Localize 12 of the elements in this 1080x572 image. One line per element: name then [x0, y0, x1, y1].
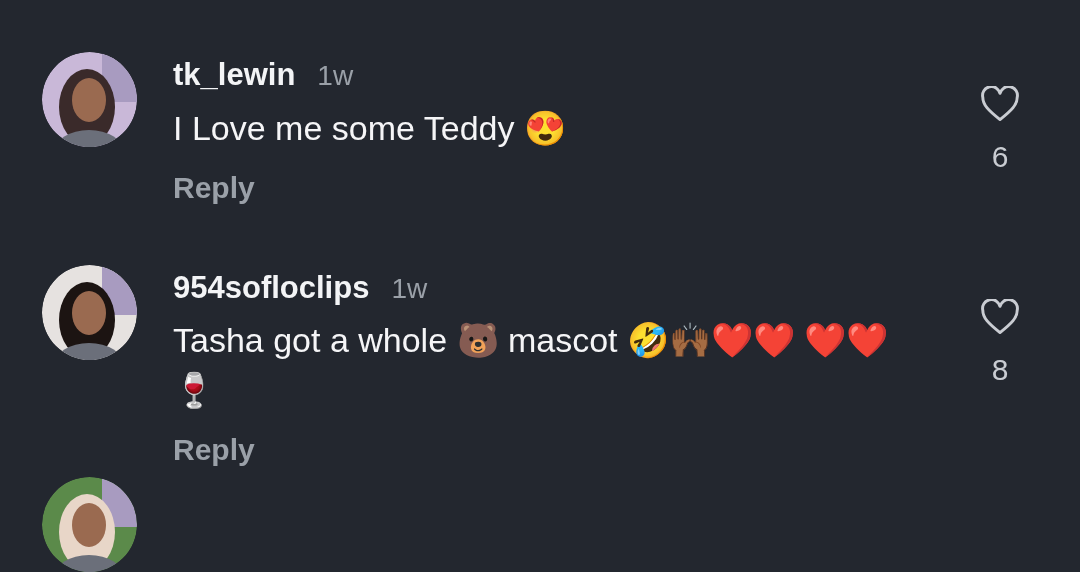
- comment-text: Tasha got a whole 🐻 mascot 🤣🙌🏾❤❤ ❤❤ 🍷: [173, 320, 890, 411]
- comment-text: I Love me some Teddy 😍: [173, 107, 567, 149]
- username[interactable]: 954sofloclips: [173, 264, 370, 311]
- reply-button[interactable]: Reply: [173, 164, 255, 210]
- timestamp: 1w: [317, 59, 354, 93]
- like-count: 6: [991, 139, 1009, 175]
- timestamp: 1w: [391, 271, 428, 306]
- like-count: 8: [991, 351, 1009, 388]
- reply-button[interactable]: Reply: [173, 427, 255, 472]
- username[interactable]: tk_lewin: [173, 52, 296, 99]
- heart-icon[interactable]: [980, 298, 1020, 335]
- heart-icon[interactable]: [980, 86, 1020, 122]
